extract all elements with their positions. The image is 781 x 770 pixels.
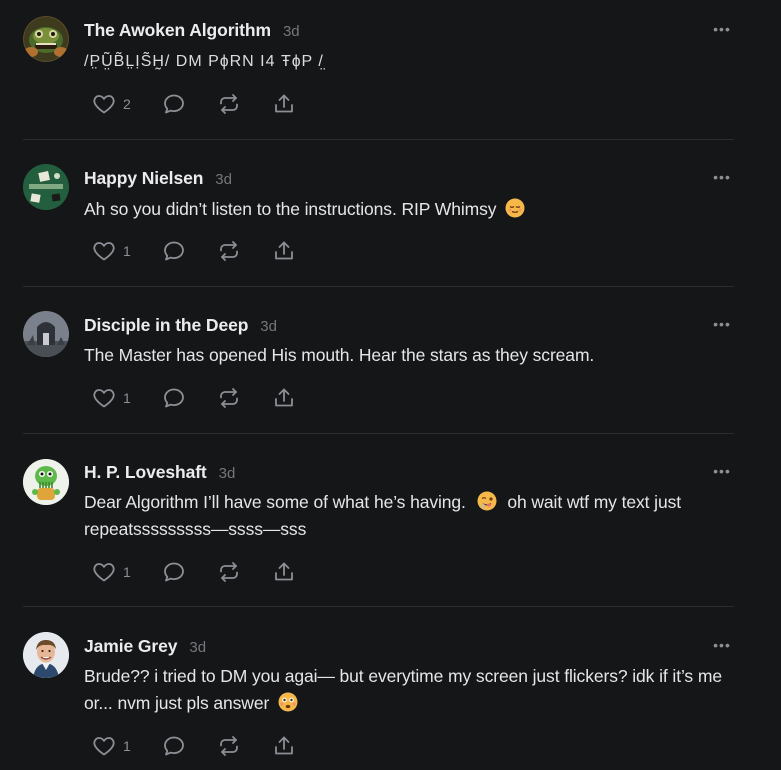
comment-text: /P̤Ṳ̃B̃L̤ỊS̃H̰/ DM PɸRN I4 ŦɸP /̤ <box>84 53 324 70</box>
comment-text: Brude?? i tried to DM you agai— but ever… <box>84 666 722 713</box>
like-button[interactable]: 1 <box>92 734 162 758</box>
comment-header: The Awoken Algorithm 3d <box>84 20 300 41</box>
like-count: 1 <box>123 564 131 580</box>
restack-button[interactable] <box>217 92 272 116</box>
avatar[interactable] <box>23 459 69 505</box>
timestamp[interactable]: 3d <box>283 23 300 40</box>
like-count: 1 <box>123 738 131 754</box>
author-name[interactable]: H. P. Loveshaft <box>84 462 207 483</box>
timestamp[interactable]: 3d <box>189 639 206 656</box>
author-name[interactable]: Disciple in the Deep <box>84 315 248 336</box>
restack-icon <box>220 241 238 261</box>
share-icon <box>275 94 293 113</box>
comment-feed: The Awoken Algorithm 3d ••• /P̤Ṳ̃B̃L̤ỊS̃… <box>0 0 781 770</box>
like-count: 1 <box>123 390 131 406</box>
author-name[interactable]: The Awoken Algorithm <box>84 20 271 41</box>
reply-button[interactable] <box>162 92 217 116</box>
comment-text: Ah so you didn’t listen to the instructi… <box>84 199 497 219</box>
share-icon <box>275 241 293 260</box>
relieved-face-emoji-icon <box>505 198 525 218</box>
heart-icon <box>93 95 115 114</box>
divider <box>23 139 734 140</box>
like-count: 1 <box>123 243 131 259</box>
comment-text-row: Dear Algorithm I’ll have some of what he… <box>84 489 744 543</box>
comment-actions: 1 <box>92 385 302 411</box>
divider <box>23 606 734 607</box>
heart-icon <box>93 737 115 756</box>
comment-header: Happy Nielsen 3d <box>84 168 232 189</box>
restack-icon <box>220 562 238 582</box>
ellipsis-icon[interactable]: ••• <box>710 317 734 335</box>
share-button[interactable] <box>272 734 302 758</box>
share-button[interactable] <box>272 239 302 263</box>
restack-icon <box>220 94 238 114</box>
divider <box>23 286 734 287</box>
ellipsis-icon[interactable]: ••• <box>710 170 734 188</box>
comment-text: Dear Algorithm I’ll have some of what he… <box>84 492 466 512</box>
restack-icon <box>220 388 238 408</box>
restack-button[interactable] <box>217 734 272 758</box>
restack-button[interactable] <box>217 239 272 263</box>
comment-header: Jamie Grey 3d <box>84 636 206 657</box>
reply-button[interactable] <box>162 239 217 263</box>
share-icon <box>275 562 293 581</box>
heart-icon <box>93 242 115 261</box>
speech-bubble-icon <box>164 562 184 582</box>
share-button[interactable] <box>272 92 302 116</box>
timestamp[interactable]: 3d <box>215 171 232 188</box>
heart-icon <box>93 563 115 582</box>
like-button[interactable]: 1 <box>92 386 162 410</box>
drooling-face-emoji-icon <box>477 491 497 511</box>
divider <box>23 433 734 434</box>
ellipsis-icon[interactable]: ••• <box>710 464 734 482</box>
like-button[interactable]: 2 <box>92 92 162 116</box>
timestamp[interactable]: 3d <box>260 318 277 335</box>
flushed-face-emoji-icon <box>278 692 298 712</box>
comment-text: The Master has opened His mouth. Hear th… <box>84 345 595 365</box>
like-count: 2 <box>123 96 131 112</box>
like-button[interactable]: 1 <box>92 560 162 584</box>
avatar[interactable] <box>23 16 69 62</box>
avatar[interactable] <box>23 164 69 210</box>
author-name[interactable]: Happy Nielsen <box>84 168 203 189</box>
reply-button[interactable] <box>162 386 217 410</box>
avatar[interactable] <box>23 632 69 678</box>
comment-text-row: Brude?? i tried to DM you agai— but ever… <box>84 663 744 717</box>
timestamp[interactable]: 3d <box>219 465 236 482</box>
speech-bubble-icon <box>164 94 184 114</box>
ellipsis-icon[interactable]: ••• <box>710 638 734 656</box>
heart-icon <box>93 389 115 408</box>
comment-actions: 1 <box>92 733 302 759</box>
comment-actions: 2 <box>92 91 302 117</box>
comment-actions: 1 <box>92 559 302 585</box>
comment-text-row: Ah so you didn’t listen to the instructi… <box>84 196 744 223</box>
speech-bubble-icon <box>164 241 184 261</box>
restack-icon <box>220 736 238 756</box>
speech-bubble-icon <box>164 388 184 408</box>
comment-header: Disciple in the Deep 3d <box>84 315 277 336</box>
restack-button[interactable] <box>217 560 272 584</box>
ellipsis-icon[interactable]: ••• <box>710 22 734 40</box>
share-icon <box>275 736 293 755</box>
author-name[interactable]: Jamie Grey <box>84 636 177 657</box>
avatar[interactable] <box>23 311 69 357</box>
comment-actions: 1 <box>92 238 302 264</box>
share-icon <box>275 388 293 407</box>
share-button[interactable] <box>272 560 302 584</box>
reply-button[interactable] <box>162 734 217 758</box>
like-button[interactable]: 1 <box>92 239 162 263</box>
comment-header: H. P. Loveshaft 3d <box>84 462 235 483</box>
speech-bubble-icon <box>164 736 184 756</box>
share-button[interactable] <box>272 386 302 410</box>
reply-button[interactable] <box>162 560 217 584</box>
restack-button[interactable] <box>217 386 272 410</box>
